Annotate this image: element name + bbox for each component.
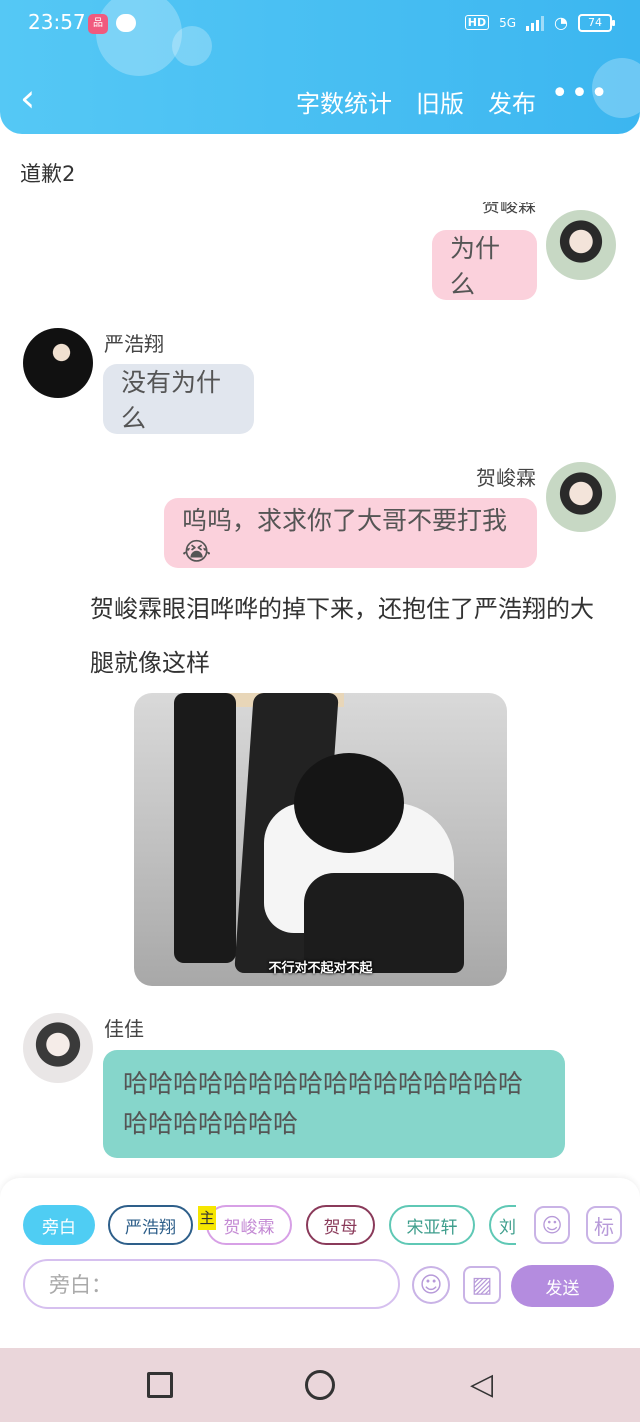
- main-character-badge: 主: [198, 1206, 216, 1230]
- tag-icon[interactable]: 标: [586, 1206, 622, 1244]
- add-character-icon[interactable]: ☺: [534, 1206, 570, 1244]
- nav-bar: ‹ 字数统计 旧版 发布 •••: [0, 72, 640, 126]
- recent-apps-icon[interactable]: [147, 1372, 173, 1398]
- home-icon[interactable]: [305, 1370, 335, 1400]
- avatar[interactable]: [546, 210, 616, 280]
- character-chip[interactable]: 宋亚轩: [389, 1205, 475, 1245]
- publish-button[interactable]: 发布: [488, 84, 536, 119]
- message-bubble[interactable]: 哈哈哈哈哈哈哈哈哈哈哈哈哈哈哈哈哈哈哈哈哈哈哈: [103, 1050, 565, 1158]
- hd-icon: HD: [464, 15, 490, 30]
- old-version-button[interactable]: 旧版: [416, 84, 464, 119]
- send-button[interactable]: 发送: [511, 1265, 614, 1307]
- image-caption: 不行对不起对不起: [268, 961, 373, 976]
- speaker-name: 贺峻霖: [476, 466, 536, 490]
- word-count-button[interactable]: 字数统计: [296, 84, 392, 119]
- back-nav-icon[interactable]: ◁: [470, 1368, 493, 1402]
- network-label: 5G: [499, 15, 517, 30]
- status-bar: 23:57 品 HD 5G ◔ 74: [0, 0, 640, 50]
- nav-actions: 字数统计 旧版 发布: [296, 84, 536, 119]
- wifi-icon: ◔: [554, 13, 568, 32]
- chat-notification-icon: [116, 14, 136, 32]
- narration-text[interactable]: 贺峻霖眼泪哗哗的掉下来，还抱住了严浩翔的大腿就像这样: [90, 582, 610, 690]
- speaker-name: 贺峻霖: [482, 202, 536, 216]
- speaker-name: 佳佳: [104, 1017, 144, 1041]
- avatar[interactable]: [23, 1013, 93, 1083]
- character-chip[interactable]: 贺峻霖: [206, 1205, 292, 1245]
- back-icon[interactable]: ‹: [20, 78, 35, 118]
- message-bubble[interactable]: 为什么: [432, 230, 537, 300]
- emoji-icon[interactable]: ☺: [412, 1266, 450, 1304]
- message-bubble[interactable]: 没有为什么: [103, 364, 254, 434]
- avatar[interactable]: [546, 462, 616, 532]
- status-indicators: HD 5G ◔ 74: [464, 13, 615, 32]
- message-input[interactable]: 旁白：: [23, 1259, 400, 1309]
- status-time: 23:57: [28, 10, 86, 34]
- avatar[interactable]: [23, 328, 93, 398]
- app-notification-icon: 品: [88, 14, 108, 34]
- image-icon[interactable]: ▨: [463, 1266, 501, 1304]
- character-chip[interactable]: 严浩翔: [108, 1205, 193, 1245]
- signal-icon: [526, 15, 545, 31]
- character-chip[interactable]: 贺母: [306, 1205, 375, 1245]
- message-bubble[interactable]: 呜呜，求求你了大哥不要打我😭: [164, 498, 537, 568]
- document-title: 道歉2: [20, 162, 76, 186]
- speaker-name: 严浩翔: [104, 332, 164, 356]
- message-image[interactable]: 不行对不起对不起: [134, 693, 507, 986]
- image-detail: [294, 753, 404, 853]
- more-icon[interactable]: •••: [551, 76, 610, 111]
- top-header: 23:57 品 HD 5G ◔ 74 ‹ 字数统计 旧版 发布 •••: [0, 0, 640, 134]
- system-nav-bar: ◁: [0, 1348, 640, 1422]
- character-chip-narrator[interactable]: 旁白: [23, 1205, 95, 1245]
- battery-icon: 74: [578, 13, 615, 32]
- image-detail: [174, 693, 236, 963]
